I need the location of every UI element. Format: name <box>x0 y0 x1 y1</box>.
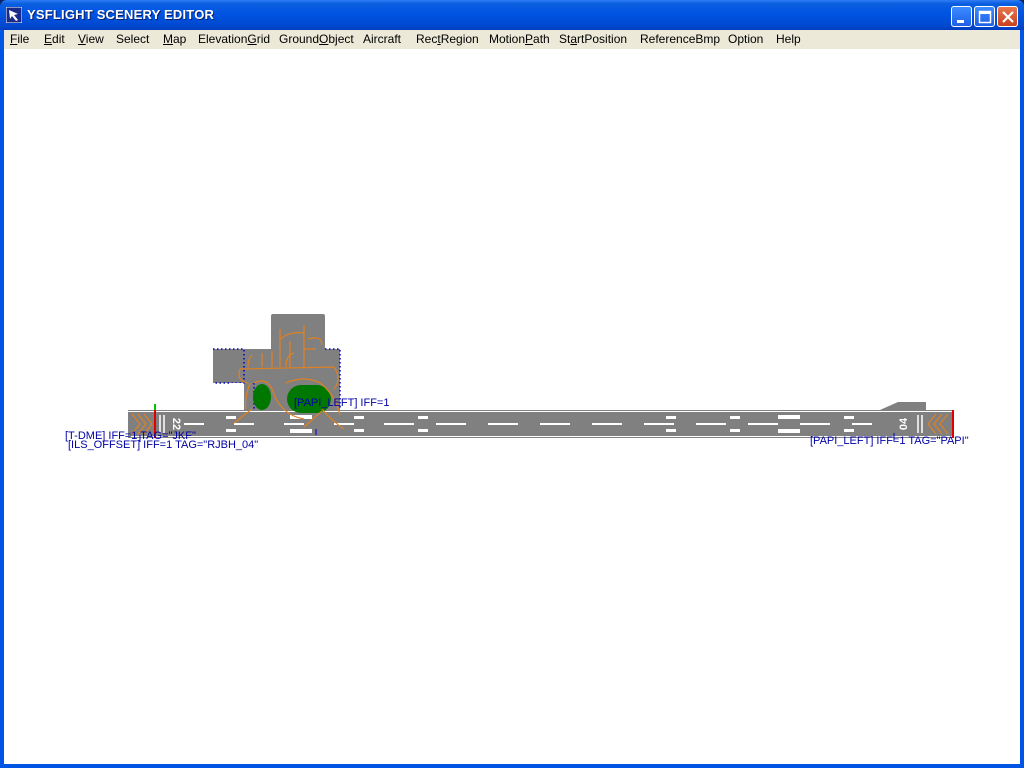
window-title: YSFLIGHT SCENERY EDITOR <box>27 7 215 22</box>
runway-number-left: 22 <box>170 418 182 430</box>
scenery-canvas[interactable]: 22 04 [PAPI_LEFT] IFF=1 [T-DME] IFF=1 TA… <box>4 49 1020 764</box>
menu-edit[interactable]: Edit <box>44 32 65 48</box>
menu-reference-bmp[interactable]: ReferenceBmp <box>640 32 720 48</box>
close-icon <box>1002 11 1014 23</box>
menu-map[interactable]: Map <box>163 32 186 48</box>
client-area: File Edit View Select Map ElevationGrid … <box>4 30 1020 764</box>
app-arrow-icon <box>6 7 22 23</box>
maximize-button[interactable] <box>974 6 995 27</box>
minimize-icon <box>957 20 964 23</box>
app-window: YSFLIGHT SCENERY EDITOR File Edit View S… <box>0 0 1024 768</box>
menu-option[interactable]: Option <box>728 32 763 48</box>
runway-number-right: 04 <box>898 417 910 430</box>
menu-motion-path[interactable]: MotionPath <box>489 32 550 48</box>
menu-rect-region[interactable]: RectRegion <box>416 32 479 48</box>
menu-start-position[interactable]: StartPosition <box>559 32 627 48</box>
grass-island-small[interactable] <box>253 384 271 410</box>
menu-ground-object[interactable]: GroundObject <box>279 32 354 48</box>
menu-select[interactable]: Select <box>116 32 149 48</box>
close-button[interactable] <box>997 6 1018 27</box>
maximize-icon <box>978 10 992 24</box>
minimize-button[interactable] <box>951 6 972 27</box>
menu-aircraft[interactable]: Aircraft <box>363 32 401 48</box>
papi-left-tag-label[interactable]: [PAPI_LEFT] IFF=1 TAG="PAPI" <box>810 436 969 447</box>
ils-offset-label[interactable]: [ILS_OFFSET] IFF=1 TAG="RJBH_04" <box>68 440 258 451</box>
menu-file[interactable]: File <box>10 32 29 48</box>
title-bar[interactable]: YSFLIGHT SCENERY EDITOR <box>0 0 1024 30</box>
scenery-drawing: 22 04 <box>128 314 954 442</box>
apron-gap <box>229 383 241 410</box>
menu-view[interactable]: View <box>78 32 104 48</box>
menu-bar: File Edit View Select Map ElevationGrid … <box>4 30 1020 49</box>
menu-help[interactable]: Help <box>776 32 801 48</box>
menu-elevation-grid[interactable]: ElevationGrid <box>198 32 270 48</box>
papi-left-label[interactable]: [PAPI_LEFT] IFF=1 <box>294 398 389 409</box>
